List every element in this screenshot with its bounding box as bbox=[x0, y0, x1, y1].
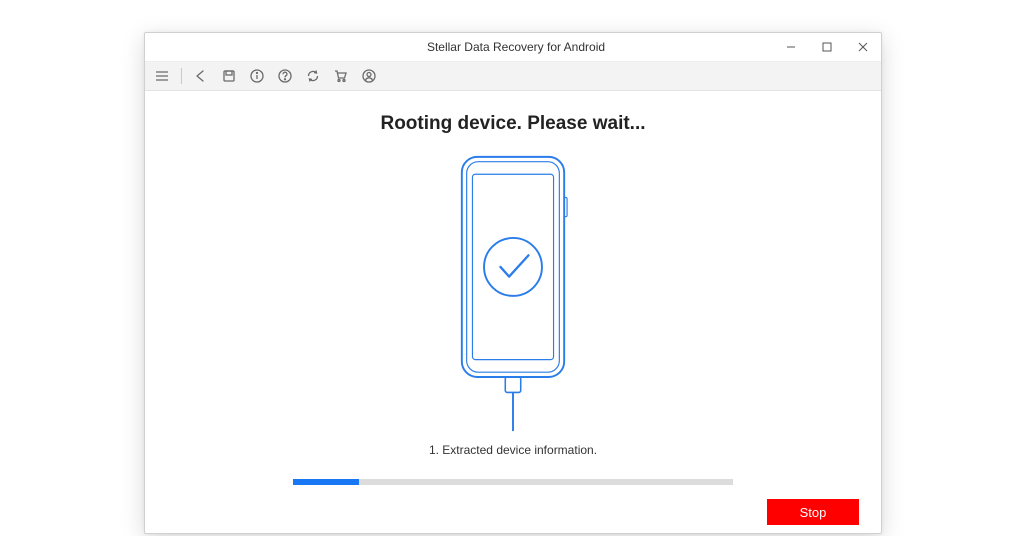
user-icon[interactable] bbox=[360, 67, 378, 85]
device-illustration bbox=[145, 153, 881, 433]
window-minimize-button[interactable] bbox=[773, 33, 809, 61]
window-close-button[interactable] bbox=[845, 33, 881, 61]
menu-icon[interactable] bbox=[153, 67, 171, 85]
window-title: Stellar Data Recovery for Android bbox=[427, 33, 605, 61]
stop-button[interactable]: Stop bbox=[767, 499, 859, 525]
window-maximize-button[interactable] bbox=[809, 33, 845, 61]
status-step: 1. Extracted device information. bbox=[145, 443, 881, 457]
info-icon[interactable] bbox=[248, 67, 266, 85]
stop-button-label: Stop bbox=[800, 505, 827, 520]
progress-bar bbox=[293, 479, 733, 485]
toolbar-separator bbox=[181, 68, 182, 84]
save-icon[interactable] bbox=[220, 67, 238, 85]
status-heading: Rooting device. Please wait... bbox=[145, 113, 881, 135]
app-window: Stellar Data Recovery for Android bbox=[144, 32, 882, 534]
help-icon[interactable] bbox=[276, 67, 294, 85]
back-icon[interactable] bbox=[192, 67, 210, 85]
title-bar: Stellar Data Recovery for Android bbox=[145, 33, 881, 62]
progress-fill bbox=[293, 479, 359, 485]
cart-icon[interactable] bbox=[332, 67, 350, 85]
toolbar bbox=[145, 62, 881, 91]
refresh-icon[interactable] bbox=[304, 67, 322, 85]
main-content: Rooting device. Please wait... bbox=[145, 91, 881, 485]
